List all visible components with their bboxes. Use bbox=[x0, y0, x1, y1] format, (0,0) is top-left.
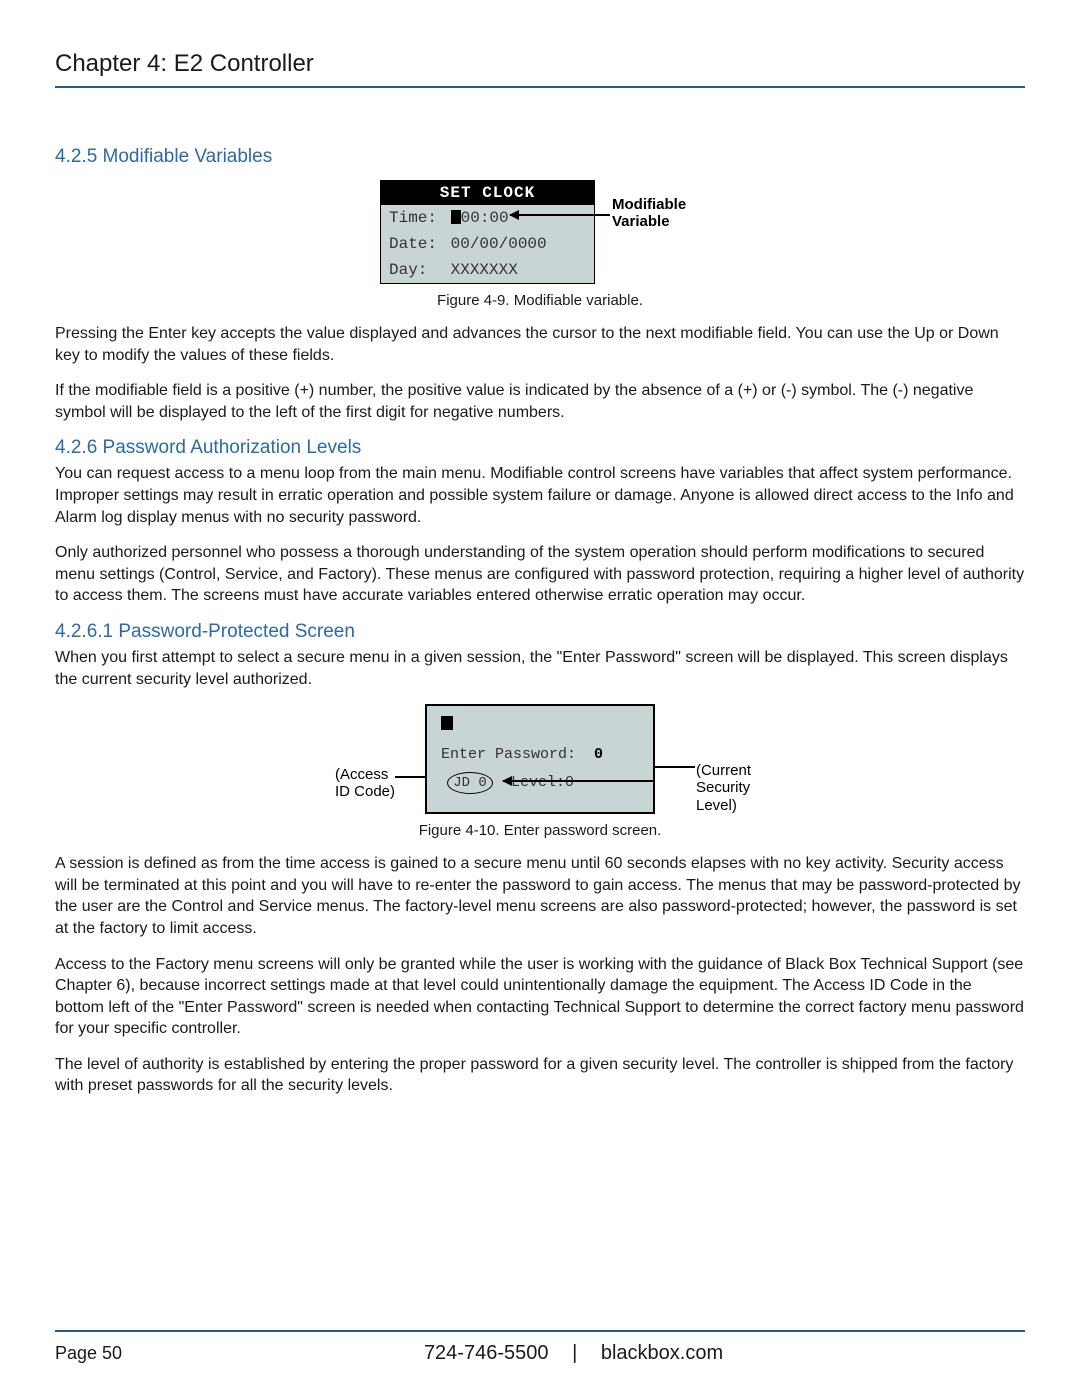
day-value: XXXXXXX bbox=[451, 261, 518, 279]
footer-site: blackbox.com bbox=[601, 1342, 723, 1364]
page-number: Page 50 bbox=[55, 1343, 122, 1364]
para-425-1: Pressing the Enter key accepts the value… bbox=[55, 323, 1025, 366]
footer-separator: | bbox=[572, 1342, 577, 1364]
arrow-left-icon bbox=[510, 214, 610, 216]
enter-password-line: Enter Password: 0 bbox=[441, 746, 603, 763]
heading-4-2-5: 4.2.5 Modifiable Variables bbox=[55, 146, 1025, 168]
para-4261-2: A session is defined as from the time ac… bbox=[55, 853, 1025, 939]
set-clock-screen: SET CLOCK Time: 00:00 Date: 00/00/0000 D… bbox=[380, 180, 595, 284]
para-4261-4: The level of authority is established by… bbox=[55, 1054, 1025, 1097]
cursor-icon bbox=[451, 210, 461, 224]
set-clock-date-row: Date: 00/00/0000 bbox=[381, 231, 594, 257]
enter-password-screen: Enter Password: 0 JD 0 Level:0 bbox=[425, 704, 655, 814]
para-4261-3: Access to the Factory menu screens will … bbox=[55, 954, 1025, 1040]
time-value: 00:00 bbox=[461, 209, 509, 227]
connector-line bbox=[655, 766, 695, 768]
access-id-code: JD 0 bbox=[447, 772, 493, 794]
security-level-annotation: (CurrentSecurityLevel) bbox=[696, 762, 751, 814]
figure-4-9-caption: Figure 4-9. Modifiable variable. bbox=[55, 292, 1025, 309]
day-label: Day: bbox=[389, 261, 441, 279]
para-4261-1: When you first attempt to select a secur… bbox=[55, 647, 1025, 690]
para-426-2: Only authorized personnel who possess a … bbox=[55, 542, 1025, 607]
date-value: 00/00/0000 bbox=[451, 235, 547, 253]
access-id-annotation: (AccessID Code) bbox=[335, 766, 395, 801]
para-426-1: You can request access to a menu loop fr… bbox=[55, 463, 1025, 528]
set-clock-day-row: Day: XXXXXXX bbox=[381, 257, 594, 283]
cursor-icon bbox=[441, 716, 453, 730]
set-clock-title: SET CLOCK bbox=[381, 181, 594, 205]
figure-4-9: SET CLOCK Time: 00:00 Date: 00/00/0000 D… bbox=[55, 180, 1025, 284]
figure-4-10-caption: Figure 4-10. Enter password screen. bbox=[55, 822, 1025, 839]
security-level: Level:0 bbox=[511, 774, 574, 791]
page-footer: Page 50 724-746-5500 | blackbox.com bbox=[55, 1330, 1025, 1365]
para-425-2: If the modifiable field is a positive (+… bbox=[55, 380, 1025, 423]
heading-4-2-6-1: 4.2.6.1 Password-Protected Screen bbox=[55, 621, 1025, 643]
footer-phone: 724-746-5500 bbox=[424, 1342, 549, 1364]
modifiable-variable-annotation: ModifiableVariable bbox=[612, 196, 686, 231]
set-clock-time-row: Time: 00:00 bbox=[381, 205, 594, 231]
enter-password-label: Enter Password: bbox=[441, 746, 576, 763]
arrow-left-icon bbox=[503, 780, 653, 782]
heading-4-2-6: 4.2.6 Password Authorization Levels bbox=[55, 437, 1025, 459]
date-label: Date: bbox=[389, 235, 441, 253]
enter-password-value: 0 bbox=[594, 746, 603, 763]
figure-4-10: (AccessID Code) Enter Password: 0 JD 0 Le… bbox=[55, 704, 1025, 814]
footer-contact: 724-746-5500 | blackbox.com bbox=[122, 1342, 1025, 1365]
time-label: Time: bbox=[389, 209, 441, 227]
chapter-title: Chapter 4: E2 Controller bbox=[55, 50, 1025, 88]
